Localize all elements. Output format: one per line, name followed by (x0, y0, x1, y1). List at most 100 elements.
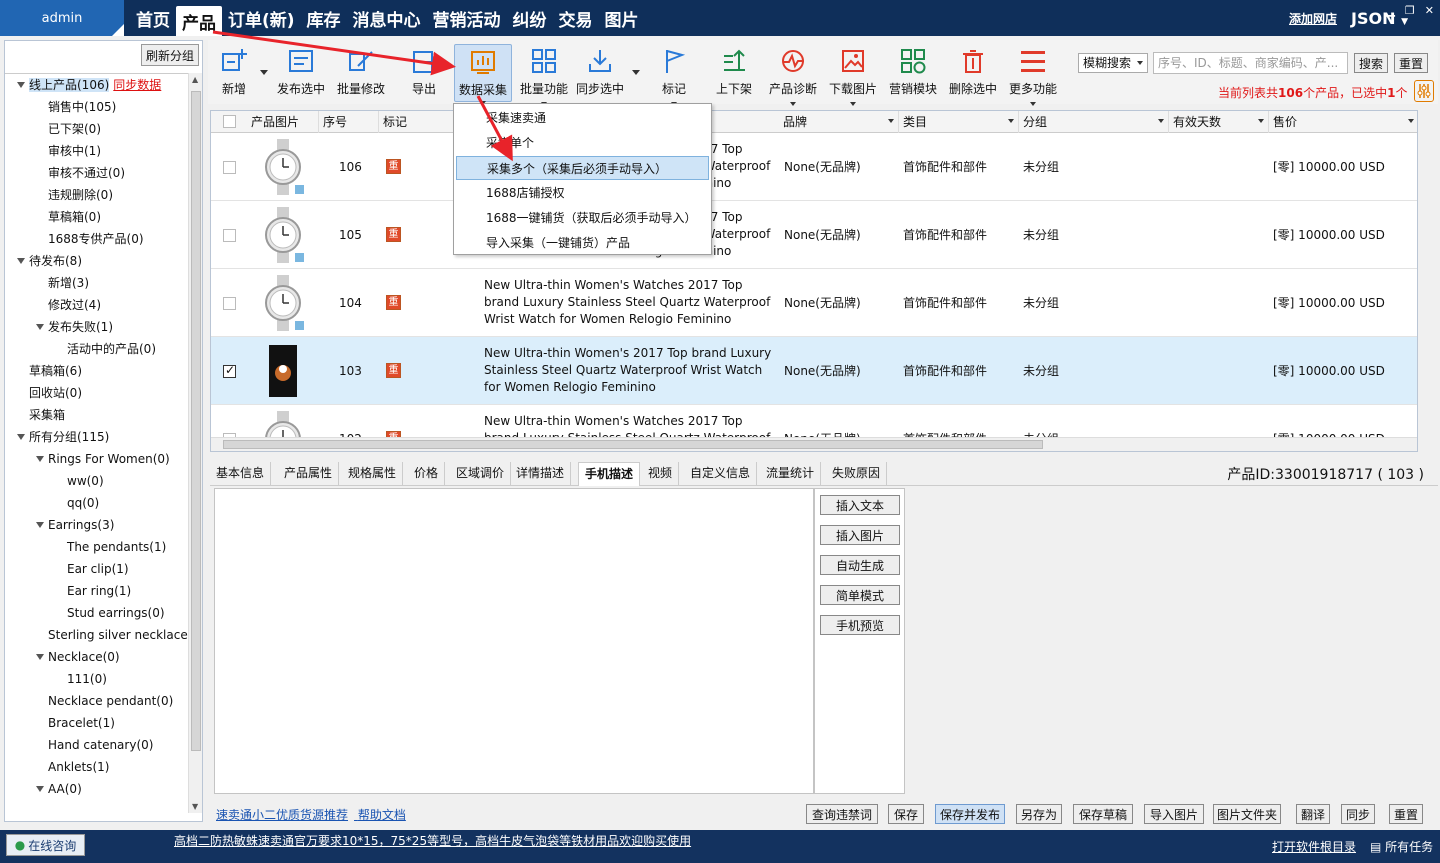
tree-node-label[interactable]: 采集箱 (29, 408, 65, 422)
tree-node-label[interactable]: qq(0) (67, 496, 99, 510)
open-root-dir-link[interactable]: 打开软件根目录 (1272, 838, 1356, 855)
expand-arrow-icon[interactable] (17, 434, 25, 440)
tree-node[interactable]: Hand catenary(0) (5, 734, 189, 756)
tree-node-label[interactable]: 线上产品(106) (29, 78, 110, 92)
announcement-link[interactable]: 高档二防热敏蛛速卖通官万要求10*15，75*25等型号，高档牛皮气泡袋等铁材用… (174, 832, 691, 849)
column-settings-icon[interactable] (1414, 80, 1434, 102)
tab-item[interactable]: 详情描述 (510, 462, 572, 486)
tree-node[interactable]: Rings For Women(0) (5, 448, 189, 470)
product-thumbnail[interactable] (255, 275, 311, 331)
tree-node-label[interactable]: Necklace(0) (48, 650, 120, 664)
tree-node[interactable]: The pendants(1) (5, 536, 189, 558)
tree-node-label[interactable]: 审核不通过(0) (48, 166, 125, 180)
tree-node-label[interactable]: 销售中(105) (48, 100, 116, 114)
row-group[interactable]: 未分组 (1023, 363, 1059, 380)
bottom-action-button[interactable]: 同步 (1341, 804, 1375, 824)
online-consult-button[interactable]: ● 在线咨询 (6, 834, 85, 856)
nav-inventory[interactable]: 库存 (301, 0, 347, 36)
col-group[interactable]: 分组 (1019, 111, 1169, 133)
tab-item[interactable]: 失败原因 (826, 462, 888, 486)
row-title-line[interactable]: New Ultra-thin Women's Watches 2017 Top (484, 413, 742, 430)
tree-node-label[interactable]: 活动中的产品(0) (67, 342, 156, 356)
tab-item[interactable]: 区域调价 (450, 462, 512, 486)
tree-node[interactable]: Necklace pendant(0) (5, 690, 189, 712)
bottom-action-button[interactable]: 查询违禁词 (806, 804, 878, 824)
tree-node[interactable]: 线上产品(106) 同步数据 (5, 74, 189, 96)
tree-node[interactable]: Sterling silver necklace( (5, 624, 189, 646)
search-input[interactable]: 序号、ID、标题、商家编码、产... (1153, 52, 1348, 74)
delete-selected-button[interactable]: 删除选中 (946, 44, 1000, 102)
search-mode-select[interactable]: 模糊搜索 (1078, 53, 1148, 73)
sync-data-link[interactable]: 同步数据 (113, 78, 161, 92)
tree-node[interactable]: Earrings(3) (5, 514, 189, 536)
row-seq[interactable]: 105 (339, 227, 362, 244)
tree-node-label[interactable]: 回收站(0) (29, 386, 82, 400)
nav-disputes[interactable]: 纠纷 (507, 0, 553, 36)
col-product-image[interactable]: 产品图片 (247, 111, 319, 133)
chevron-down-icon[interactable] (260, 70, 268, 75)
col-brand[interactable]: 品牌 (779, 111, 899, 133)
col-seq[interactable]: 序号 (319, 111, 379, 133)
add-button[interactable]: 新增 (214, 44, 254, 102)
scroll-thumb[interactable] (223, 440, 1043, 449)
bottom-action-button[interactable]: 翻译 (1296, 804, 1330, 824)
tree-node[interactable]: Ear ring(1) (5, 580, 189, 602)
tab-item[interactable]: 基本信息 (210, 462, 272, 486)
tree-node-label[interactable]: Stud earrings(0) (67, 606, 165, 620)
row-title-line[interactable]: brand Luxury Stainless Steel Quartz Wate… (484, 294, 770, 311)
expand-arrow-icon[interactable] (36, 786, 44, 792)
tree-node[interactable]: 新增(3) (5, 272, 189, 294)
row-title-line[interactable]: Stainless Steel Quartz Waterproof Wrist … (484, 362, 762, 379)
close-icon[interactable]: ✕ (1425, 4, 1434, 17)
tab-item[interactable]: 视频 (642, 462, 680, 486)
nav-messages[interactable]: 消息中心 (347, 0, 427, 36)
tree-node-label[interactable]: 修改过(4) (48, 298, 101, 312)
editor-side-button[interactable]: 简单模式 (820, 585, 900, 605)
editor-side-button[interactable]: 自动生成 (820, 555, 900, 575)
tab-item[interactable]: 流量统计 (760, 462, 822, 486)
search-button[interactable]: 搜索 (1354, 53, 1388, 73)
tree-node-label[interactable]: 111(0) (67, 672, 107, 686)
scroll-thumb[interactable] (191, 91, 201, 751)
filter-icon[interactable] (1008, 119, 1014, 123)
tree-node[interactable]: 待发布(8) (5, 250, 189, 272)
tree-node[interactable]: Ear clip(1) (5, 558, 189, 580)
select-all-checkbox[interactable] (223, 115, 236, 128)
row-title-line[interactable]: Wrist Watch for Women Relogio Feminino (484, 311, 731, 328)
row-title-line[interactable]: New Ultra-thin Women's Watches 2017 Top (484, 277, 742, 294)
col-valid-days[interactable]: 有效天数 (1169, 111, 1269, 133)
expand-arrow-icon[interactable] (17, 258, 25, 264)
tree-node-label[interactable]: 草稿箱(0) (48, 210, 101, 224)
tree-node-label[interactable]: 1688专供产品(0) (48, 232, 144, 246)
tree-node[interactable]: 111(0) (5, 668, 189, 690)
expand-arrow-icon[interactable] (36, 456, 44, 462)
filter-icon[interactable] (888, 119, 894, 123)
tree-node[interactable]: 已下架(0) (5, 118, 189, 140)
row-brand[interactable]: None(无品牌) (784, 295, 861, 312)
row-category[interactable]: 首饰配件和部件 (903, 227, 987, 244)
row-checkbox[interactable] (223, 229, 236, 242)
tree-node-label[interactable]: 新增(3) (48, 276, 89, 290)
tree-node[interactable]: 审核不通过(0) (5, 162, 189, 184)
tree-node-label[interactable]: 所有分组(115) (29, 430, 109, 444)
nav-images[interactable]: 图片 (599, 0, 645, 36)
flag-icon[interactable]: 重 (386, 159, 401, 174)
restore-icon[interactable]: ❐ (1405, 4, 1415, 17)
bottom-action-button[interactable]: 另存为 (1016, 804, 1062, 824)
tree-node-label[interactable]: Hand catenary(0) (48, 738, 153, 752)
row-title-line[interactable]: New Ultra-thin Women's 2017 Top brand Lu… (484, 345, 771, 362)
minimize-icon[interactable]: ▁ (1386, 4, 1394, 17)
table-row[interactable]: 106重New Ultra-thin Women's Watches 2017 … (211, 133, 1417, 201)
tree-node[interactable]: Stud earrings(0) (5, 602, 189, 624)
row-seq[interactable]: 106 (339, 159, 362, 176)
reset-search-button[interactable]: 重置 (1394, 53, 1428, 73)
menu-item[interactable]: 1688店铺授权 (456, 181, 709, 205)
table-row[interactable]: 105重New Ultra-thin Women's Watches 2017 … (211, 201, 1417, 269)
bottom-action-button[interactable]: 图片文件夹 (1213, 804, 1281, 824)
menu-item[interactable]: 采集多个（采集后必须手动导入） (456, 156, 709, 180)
row-group[interactable]: 未分组 (1023, 295, 1059, 312)
menu-item[interactable]: 采集单个 (456, 131, 709, 155)
tree-node[interactable]: 活动中的产品(0) (5, 338, 189, 360)
refresh-groups-button[interactable]: 刷新分组 (141, 44, 199, 66)
editor-side-button[interactable]: 插入文本 (820, 495, 900, 515)
